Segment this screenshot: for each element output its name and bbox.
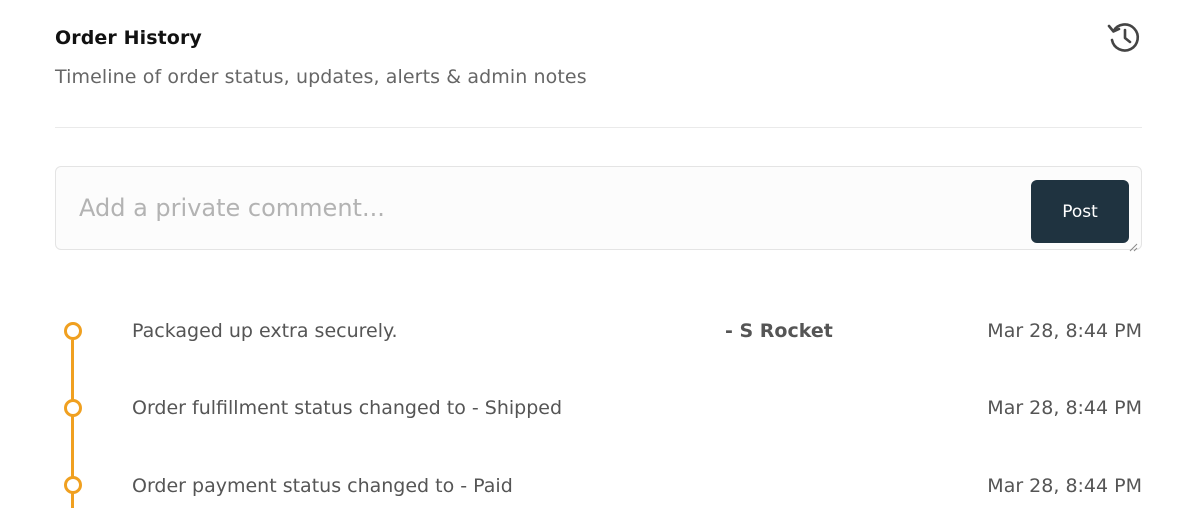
timeline-item-text: Order fulfillment status changed to - Sh…: [132, 397, 563, 419]
timeline-item-time: Mar 28, 8:44 PM: [987, 397, 1142, 419]
timeline-item-text: Order payment status changed to - Paid: [132, 475, 513, 497]
page-title: Order History: [55, 27, 202, 49]
timeline-item-time: Mar 28, 8:44 PM: [987, 475, 1142, 497]
history-icon[interactable]: [1105, 18, 1143, 56]
timeline-node: [64, 476, 82, 494]
page-subtitle: Timeline of order status, updates, alert…: [55, 66, 587, 88]
header-divider: [55, 127, 1142, 128]
timeline-item-time: Mar 28, 8:44 PM: [987, 320, 1142, 342]
post-button[interactable]: Post: [1031, 180, 1129, 243]
comment-box: Post: [55, 166, 1142, 252]
timeline-node: [64, 399, 82, 417]
timeline-node: [64, 322, 82, 340]
private-comment-input[interactable]: [56, 167, 1016, 249]
timeline-item-text: Packaged up extra securely.: [132, 320, 398, 342]
timeline-item-author: - S Rocket: [725, 320, 833, 342]
order-history-card: Order History Timeline of order status, …: [55, 0, 1142, 518]
resize-handle-icon[interactable]: [1129, 237, 1138, 252]
order-timeline: Packaged up extra securely. - S Rocket M…: [55, 290, 1142, 518]
